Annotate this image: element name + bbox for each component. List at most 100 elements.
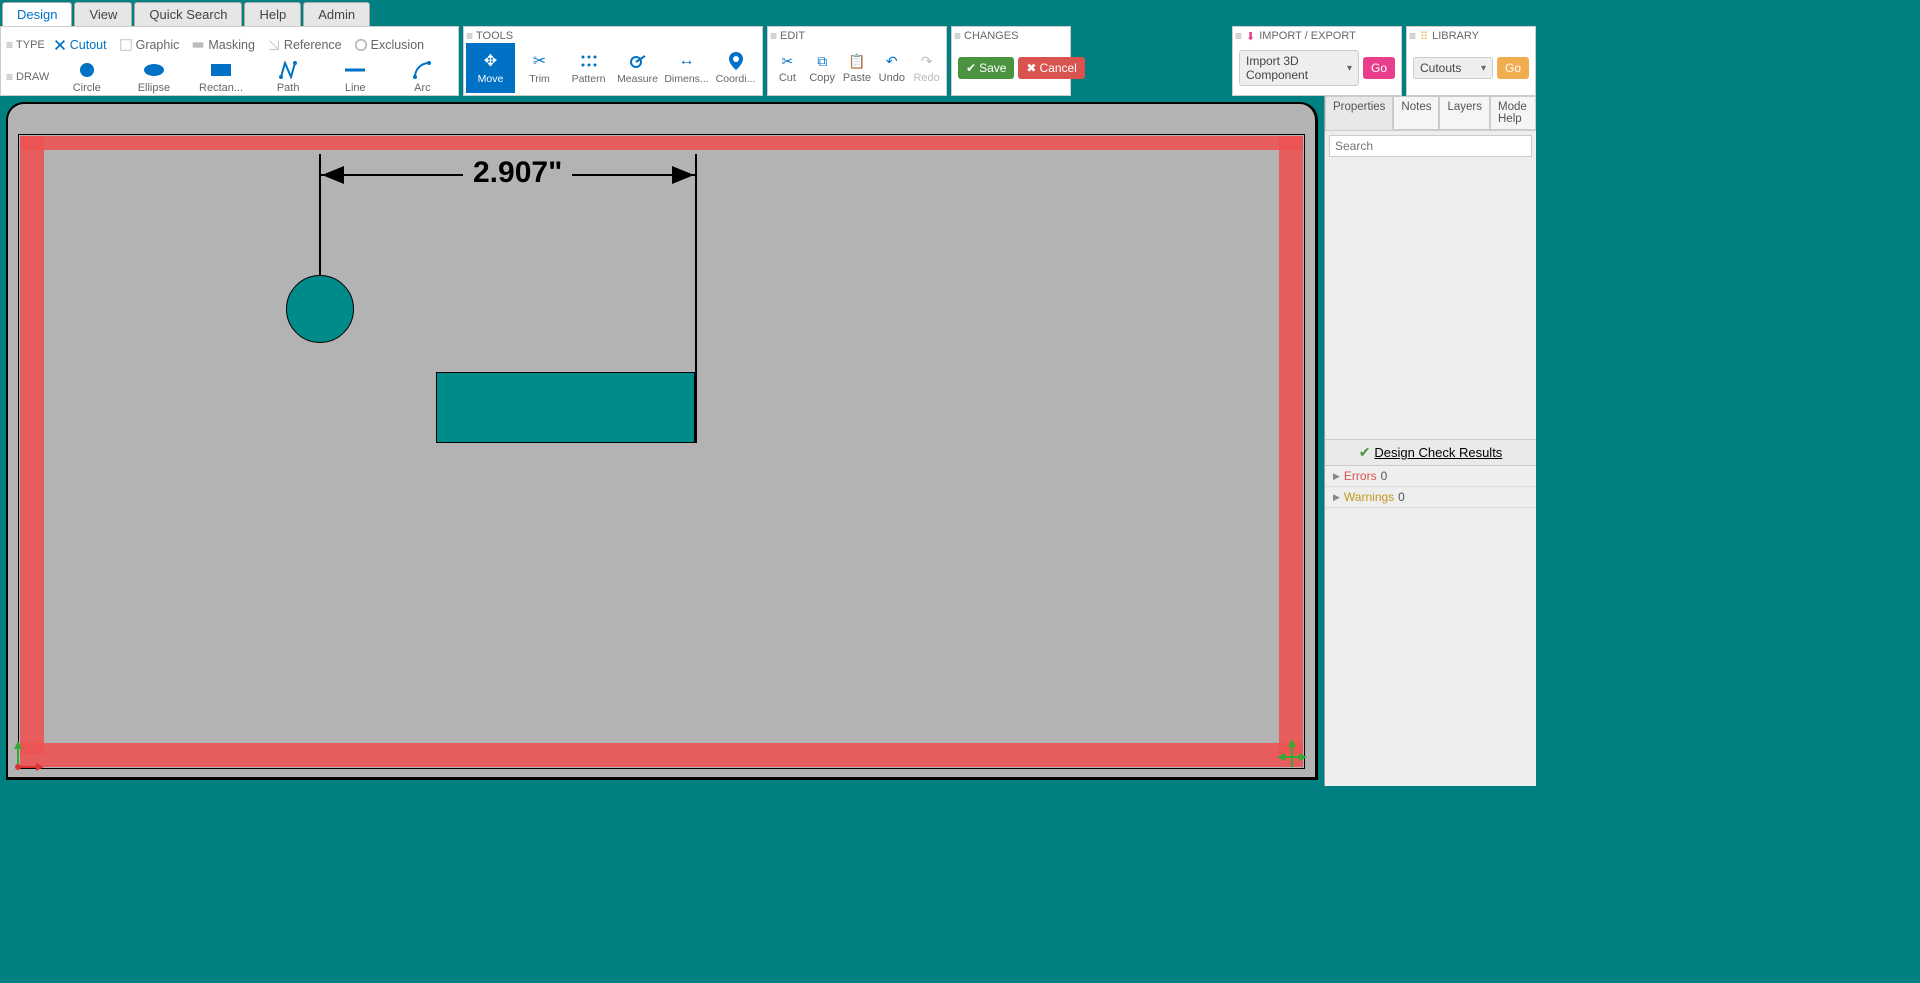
reference-icon (267, 38, 281, 52)
edit-undo[interactable]: ↶ Undo (874, 43, 909, 93)
type-cutout[interactable]: Cutout (49, 36, 111, 54)
type-masking[interactable]: Masking (187, 36, 259, 54)
library-title: ⠿LIBRARY (1409, 29, 1533, 43)
path-icon (279, 60, 297, 80)
design-check-label: Design Check Results (1374, 445, 1502, 460)
tool-measure[interactable]: Measure (613, 43, 662, 93)
draw-rectangle[interactable]: Rectan... (187, 58, 254, 96)
tool-coordinates[interactable]: Coordi... (711, 43, 760, 93)
draw-path[interactable]: Path (255, 58, 322, 96)
warnings-row[interactable]: ▶ Warnings 0 (1325, 487, 1536, 508)
tool-pattern-label: Pattern (572, 73, 606, 85)
canvas-wrap: 2.907" (0, 96, 1324, 786)
side-tab-properties[interactable]: Properties (1325, 96, 1393, 130)
cutout-icon (53, 38, 67, 52)
save-button[interactable]: ✔Save (958, 57, 1014, 79)
design-check-header[interactable]: ✔ Design Check Results (1325, 439, 1536, 466)
dim-arrow-left-icon (322, 166, 344, 184)
draw-line-label: Line (345, 82, 366, 94)
errors-row[interactable]: ▶ Errors 0 (1325, 466, 1536, 487)
edit-copy-label: Copy (809, 72, 835, 84)
guide-right (1279, 136, 1303, 754)
side-panel: Properties Notes Layers Mode Help ✔ Desi… (1324, 96, 1536, 786)
type-graphic[interactable]: Graphic (115, 36, 184, 54)
check-icon: ✔ (966, 61, 976, 75)
edit-cut[interactable]: ✂ Cut (770, 43, 805, 93)
design-canvas[interactable]: 2.907" (6, 102, 1318, 780)
type-reference[interactable]: Reference (263, 36, 346, 54)
check-circle-icon: ✔ (1359, 444, 1371, 461)
search-input[interactable] (1329, 135, 1532, 157)
library-dropdown[interactable]: Cutouts (1413, 57, 1493, 79)
guide-top (20, 136, 1303, 150)
draw-ellipse-label: Ellipse (138, 82, 170, 94)
edit-paste[interactable]: 📋 Paste (840, 43, 875, 93)
tab-design[interactable]: Design (2, 2, 72, 26)
undo-icon: ↶ (886, 53, 898, 70)
tool-trim[interactable]: ✂ Trim (515, 43, 564, 93)
move-icon: ✥ (484, 51, 497, 71)
dim-extension-right (695, 154, 697, 443)
tab-help[interactable]: Help (244, 2, 301, 26)
edit-title: EDIT (770, 29, 944, 43)
type-masking-label: Masking (208, 38, 255, 52)
masking-icon (191, 38, 205, 52)
edit-undo-label: Undo (879, 72, 905, 84)
errors-count: 0 (1381, 469, 1388, 483)
circle-icon (78, 60, 96, 80)
tool-pattern[interactable]: Pattern (564, 43, 613, 93)
main-area: 2.907" Properties Notes Layers (0, 96, 1536, 786)
tool-coordinates-label: Coordi... (716, 73, 756, 85)
edit-copy[interactable]: ⧉ Copy (805, 43, 840, 93)
warnings-label: Warnings (1344, 490, 1394, 504)
type-exclusion[interactable]: Exclusion (350, 36, 429, 54)
redo-icon: ↷ (921, 53, 933, 70)
tab-admin[interactable]: Admin (303, 2, 370, 26)
rectangle-icon (210, 60, 232, 80)
save-label: Save (979, 61, 1006, 75)
draw-line[interactable]: Line (322, 58, 389, 96)
side-tab-notes[interactable]: Notes (1393, 96, 1439, 130)
x-icon: ✖ (1026, 61, 1036, 75)
draw-label: DRAW (6, 70, 49, 84)
draw-arc-label: Arc (414, 82, 431, 94)
edit-paste-label: Paste (843, 72, 871, 84)
tool-move[interactable]: ✥ Move (466, 43, 515, 93)
cancel-label: Cancel (1039, 61, 1076, 75)
warnings-count: 0 (1398, 490, 1405, 504)
type-reference-label: Reference (284, 38, 342, 52)
tool-trim-label: Trim (529, 73, 550, 85)
draw-ellipse[interactable]: Ellipse (120, 58, 187, 96)
side-tab-layers[interactable]: Layers (1439, 96, 1490, 130)
shape-circle[interactable] (286, 275, 354, 343)
draw-arc[interactable]: Arc (389, 58, 456, 96)
draw-rectangle-label: Rectan... (199, 82, 243, 94)
panel-changes: CHANGES ✔Save ✖Cancel (951, 26, 1071, 96)
tab-view[interactable]: View (74, 2, 132, 26)
import-dropdown-label: Import 3D Component (1246, 54, 1347, 82)
panel-tools: TOOLS ✥ Move ✂ Trim Pattern Measure ↔ Di… (463, 26, 763, 96)
library-go-button[interactable]: Go (1497, 57, 1529, 79)
cut-icon: ✂ (782, 53, 794, 70)
dimension-icon: ↔ (679, 51, 695, 71)
edit-cut-label: Cut (779, 72, 796, 84)
arc-icon (413, 60, 431, 80)
import-dropdown[interactable]: Import 3D Component (1239, 50, 1359, 86)
shape-rectangle[interactable] (436, 372, 695, 443)
type-label: TYPE (6, 38, 45, 52)
import-title: ⬇IMPORT / EXPORT (1235, 29, 1399, 43)
edit-redo[interactable]: ↷Redo (909, 43, 944, 93)
ellipse-icon (143, 60, 165, 80)
import-go-button[interactable]: Go (1363, 57, 1395, 79)
library-icon: ⠿ (1420, 30, 1428, 43)
copy-icon: ⧉ (817, 53, 827, 70)
tool-dimension[interactable]: ↔ Dimens... (662, 43, 711, 93)
draw-circle[interactable]: Circle (53, 58, 120, 96)
tab-quicksearch[interactable]: Quick Search (134, 2, 242, 26)
pattern-icon (580, 51, 598, 71)
dimension-value[interactable]: 2.907" (463, 156, 572, 190)
trim-icon: ✂ (533, 51, 546, 71)
top-tab-bar: Design View Quick Search Help Admin (0, 0, 1536, 26)
paste-icon: 📋 (848, 53, 865, 70)
side-tab-modehelp[interactable]: Mode Help (1490, 96, 1536, 130)
